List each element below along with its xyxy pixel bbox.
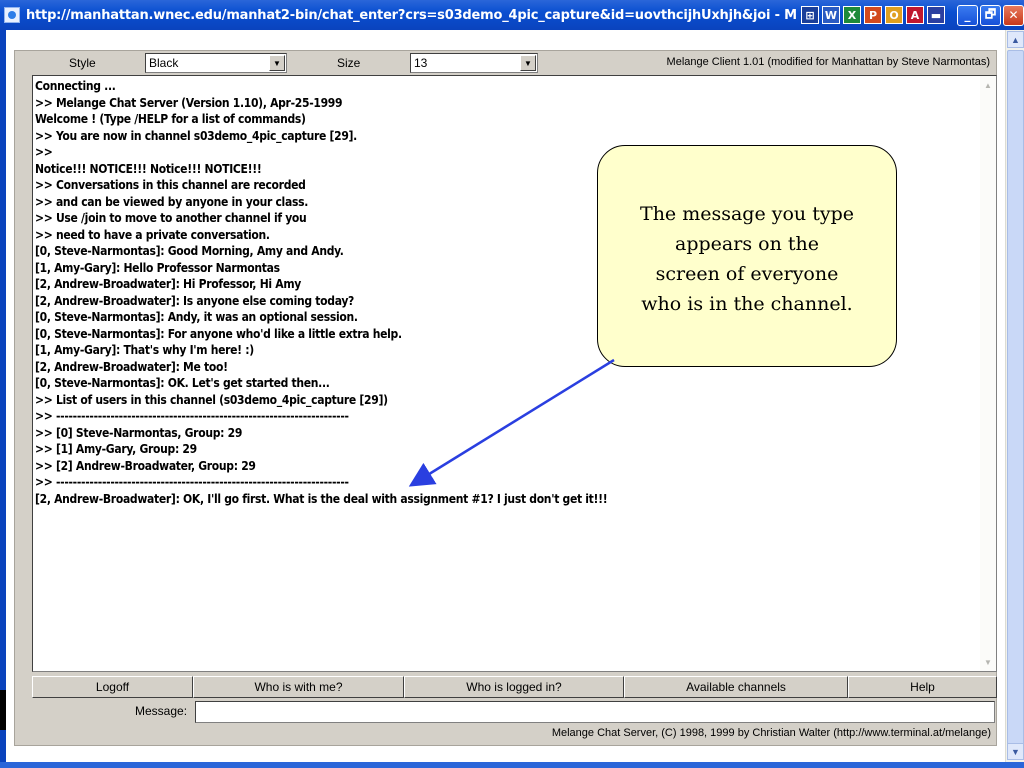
window-title-bar[interactable]: http://manhattan.wnec.edu/manhat2-bin/ch… — [0, 0, 1024, 30]
chat-line: >> need to have a private conversation. — [35, 227, 270, 242]
client-version: Melange Client 1.01 (modified for Manhat… — [666, 56, 990, 68]
maximize-button[interactable]: 🗗 — [980, 4, 1001, 26]
chat-lines: Connecting ... >> Melange Chat Server (Ve… — [35, 78, 608, 507]
window-controls: _ 🗗 ✕ — [957, 4, 1024, 26]
word-icon[interactable]: W — [822, 6, 840, 24]
applet-button-bar: Logoff Who is with me? Who is logged in?… — [32, 676, 997, 698]
page-scrollbar[interactable]: ▲ ▼ — [1005, 30, 1024, 762]
server-copyright: Melange Chat Server, (C) 1998, 1999 by C… — [551, 727, 991, 739]
size-select[interactable]: 13 ▼ — [410, 53, 538, 73]
taskbar-tray: ⊞ W X P O A ▬ — [801, 6, 945, 24]
window-border-bottom — [0, 762, 1024, 768]
chevron-down-icon[interactable]: ▼ — [520, 55, 536, 71]
chat-line: >> List of users in this channel (s03dem… — [35, 392, 388, 407]
annotation-callout: The message you type appears on the scre… — [597, 145, 897, 367]
style-select-value: Black — [149, 56, 179, 70]
chat-line: >> -------------------------------------… — [35, 409, 349, 423]
scroll-thumb[interactable] — [1007, 50, 1024, 758]
close-button[interactable]: ✕ — [1003, 4, 1024, 26]
callout-line: who is in the channel. — [641, 293, 853, 315]
excel-icon[interactable]: X — [843, 6, 861, 24]
chat-line: [2, Andrew-Broadwater]: Is anyone else c… — [35, 293, 355, 308]
internet-explorer-icon — [4, 7, 20, 23]
windows-flag-icon[interactable]: ⊞ — [801, 6, 819, 24]
callout-line: The message you type — [640, 203, 854, 225]
chat-line: [2, Andrew-Broadwater]: Hi Professor, Hi… — [35, 277, 302, 291]
chat-line: [0, Steve-Narmontas]: Andy, it was an op… — [35, 310, 358, 324]
chat-line: Welcome ! (Type /HELP for a list of comm… — [35, 112, 306, 126]
scroll-down-icon[interactable]: ▼ — [1007, 743, 1024, 760]
callout-line: appears on the — [675, 233, 819, 255]
desktop-icon[interactable]: ▬ — [927, 6, 945, 24]
chat-line: [1, Amy-Gary]: Hello Professor Narmontas — [35, 260, 280, 275]
chat-line: >> [1] Amy-Gary, Group: 29 — [35, 442, 197, 456]
size-label: Size — [337, 56, 361, 70]
who-is-logged-in-button[interactable]: Who is logged in? — [404, 676, 624, 698]
size-select-value: 13 — [414, 56, 428, 70]
scroll-up-icon[interactable]: ▲ — [980, 77, 996, 93]
chat-line: >> You are now in channel s03demo_4pic_c… — [35, 128, 357, 143]
powerpoint-icon[interactable]: P — [864, 6, 882, 24]
message-input[interactable] — [195, 701, 995, 723]
chat-line: >> Melange Chat Server (Version 1.10), A… — [35, 95, 343, 110]
chat-line: >> [0] Steve-Narmontas, Group: 29 — [35, 425, 243, 440]
callout-line: screen of everyone — [655, 263, 839, 285]
message-label: Message: — [135, 704, 188, 718]
minimize-button[interactable]: _ — [957, 4, 978, 26]
style-select[interactable]: Black ▼ — [145, 53, 287, 73]
chevron-down-icon[interactable]: ▼ — [269, 55, 285, 71]
chat-line: [0, Steve-Narmontas]: Good Morning, Amy … — [35, 244, 344, 258]
chat-line: >> [2] Andrew-Broadwater, Group: 29 — [35, 458, 256, 473]
available-channels-button[interactable]: Available channels — [624, 676, 848, 698]
chat-line: Connecting ... — [35, 79, 116, 93]
acrobat-icon[interactable]: A — [906, 6, 924, 24]
window-title: http://manhattan.wnec.edu/manhat2-bin/ch… — [25, 7, 797, 23]
outlook-icon[interactable]: O — [885, 6, 903, 24]
chat-line: >> Conversations in this channel are rec… — [35, 178, 306, 192]
window-border-left — [0, 30, 6, 768]
chat-line: [1, Amy-Gary]: That's why I'm here! :) — [35, 343, 254, 357]
chat-line: [0, Steve-Narmontas]: For anyone who'd l… — [35, 326, 402, 341]
help-button[interactable]: Help — [848, 676, 997, 698]
chat-line: >> -------------------------------------… — [35, 475, 349, 489]
chat-line: [2, Andrew-Broadwater]: OK, I'll go firs… — [35, 491, 608, 506]
chat-line: [0, Steve-Narmontas]: OK. Let's get star… — [35, 376, 330, 390]
chat-line: Notice!!! NOTICE!!! Notice!!! NOTICE!!! — [35, 161, 262, 176]
chat-line: [2, Andrew-Broadwater]: Me too! — [35, 359, 228, 374]
applet-toolbar: Style Black ▼ Size 13 ▼ Melange Client 1… — [15, 51, 996, 75]
chat-line: >> and can be viewed by anyone in your c… — [35, 194, 308, 209]
chat-line: >> — [35, 145, 53, 159]
style-label: Style — [69, 56, 96, 70]
chat-scrollbar[interactable]: ▲ ▼ — [980, 76, 996, 671]
chat-line: >> Use /join to move to another channel … — [35, 211, 307, 225]
window-border-left-shadow — [0, 690, 6, 730]
message-row: Message: — [15, 701, 996, 723]
logoff-button[interactable]: Logoff — [32, 676, 193, 698]
scroll-up-icon[interactable]: ▲ — [1007, 31, 1024, 48]
scroll-down-icon[interactable]: ▼ — [980, 654, 996, 670]
who-is-with-me-button[interactable]: Who is with me? — [193, 676, 404, 698]
